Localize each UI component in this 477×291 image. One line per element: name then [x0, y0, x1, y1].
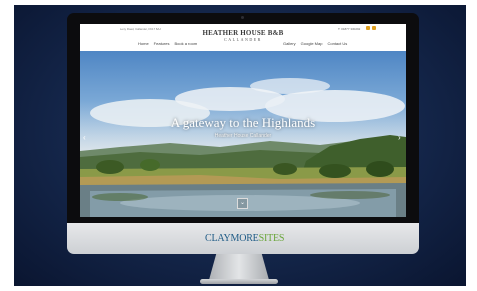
- nav-item-google-map[interactable]: Google Map: [301, 41, 323, 46]
- phone-number[interactable]: T: 01877 330292: [338, 27, 360, 31]
- nav-right: Gallery Google Map Contact Us: [283, 41, 347, 46]
- hero-slider: A gateway to the Highlands Heather House…: [80, 51, 406, 217]
- nav-left: Home Features Book a room: [138, 41, 197, 46]
- logo-title: HEATHER HOUSE B&B: [202, 29, 284, 37]
- scroll-down-button[interactable]: ⌄: [237, 198, 248, 209]
- site-header: Leny Road, Callander, FK17 8AJ T: 01877 …: [80, 24, 406, 51]
- chevron-down-icon: ⌄: [239, 200, 246, 206]
- site-logo[interactable]: HEATHER HOUSE B&B CALLANDER: [197, 29, 289, 43]
- nav-item-home[interactable]: Home: [138, 41, 149, 46]
- contact-icons: [366, 26, 376, 30]
- monitor-bezel: Leny Road, Callander, FK17 8AJ T: 01877 …: [67, 13, 419, 223]
- monitor-base: [200, 279, 278, 284]
- mail-icon[interactable]: [372, 26, 376, 30]
- location-pin-icon[interactable]: [366, 26, 370, 30]
- monitor-chin: CLAYMORESITES: [67, 223, 419, 254]
- brand-name-part1: CLAYMORE: [205, 233, 259, 244]
- brand-logo: CLAYMORESITES: [205, 233, 284, 244]
- address-text: Leny Road, Callander, FK17 8AJ: [120, 27, 161, 31]
- logo-subtitle: CALLANDER: [224, 37, 262, 42]
- nav-item-book-a-room[interactable]: Book a room: [174, 41, 197, 46]
- monitor-screen: Leny Road, Callander, FK17 8AJ T: 01877 …: [80, 24, 406, 217]
- monitor-stand: [209, 254, 269, 280]
- nav-item-contact-us[interactable]: Contact Us: [327, 41, 347, 46]
- brand-name-part2: SITES: [258, 233, 285, 244]
- chevron-left-icon[interactable]: ‹: [83, 134, 86, 142]
- webcam-dot: [241, 16, 244, 19]
- nav-item-gallery[interactable]: Gallery: [283, 41, 296, 46]
- hero-subheading: Heather House Callander: [214, 133, 272, 139]
- chevron-right-icon[interactable]: ›: [398, 134, 401, 142]
- nav-item-features[interactable]: Features: [154, 41, 170, 46]
- hero-headline: A gateway to the Highlands: [170, 115, 316, 130]
